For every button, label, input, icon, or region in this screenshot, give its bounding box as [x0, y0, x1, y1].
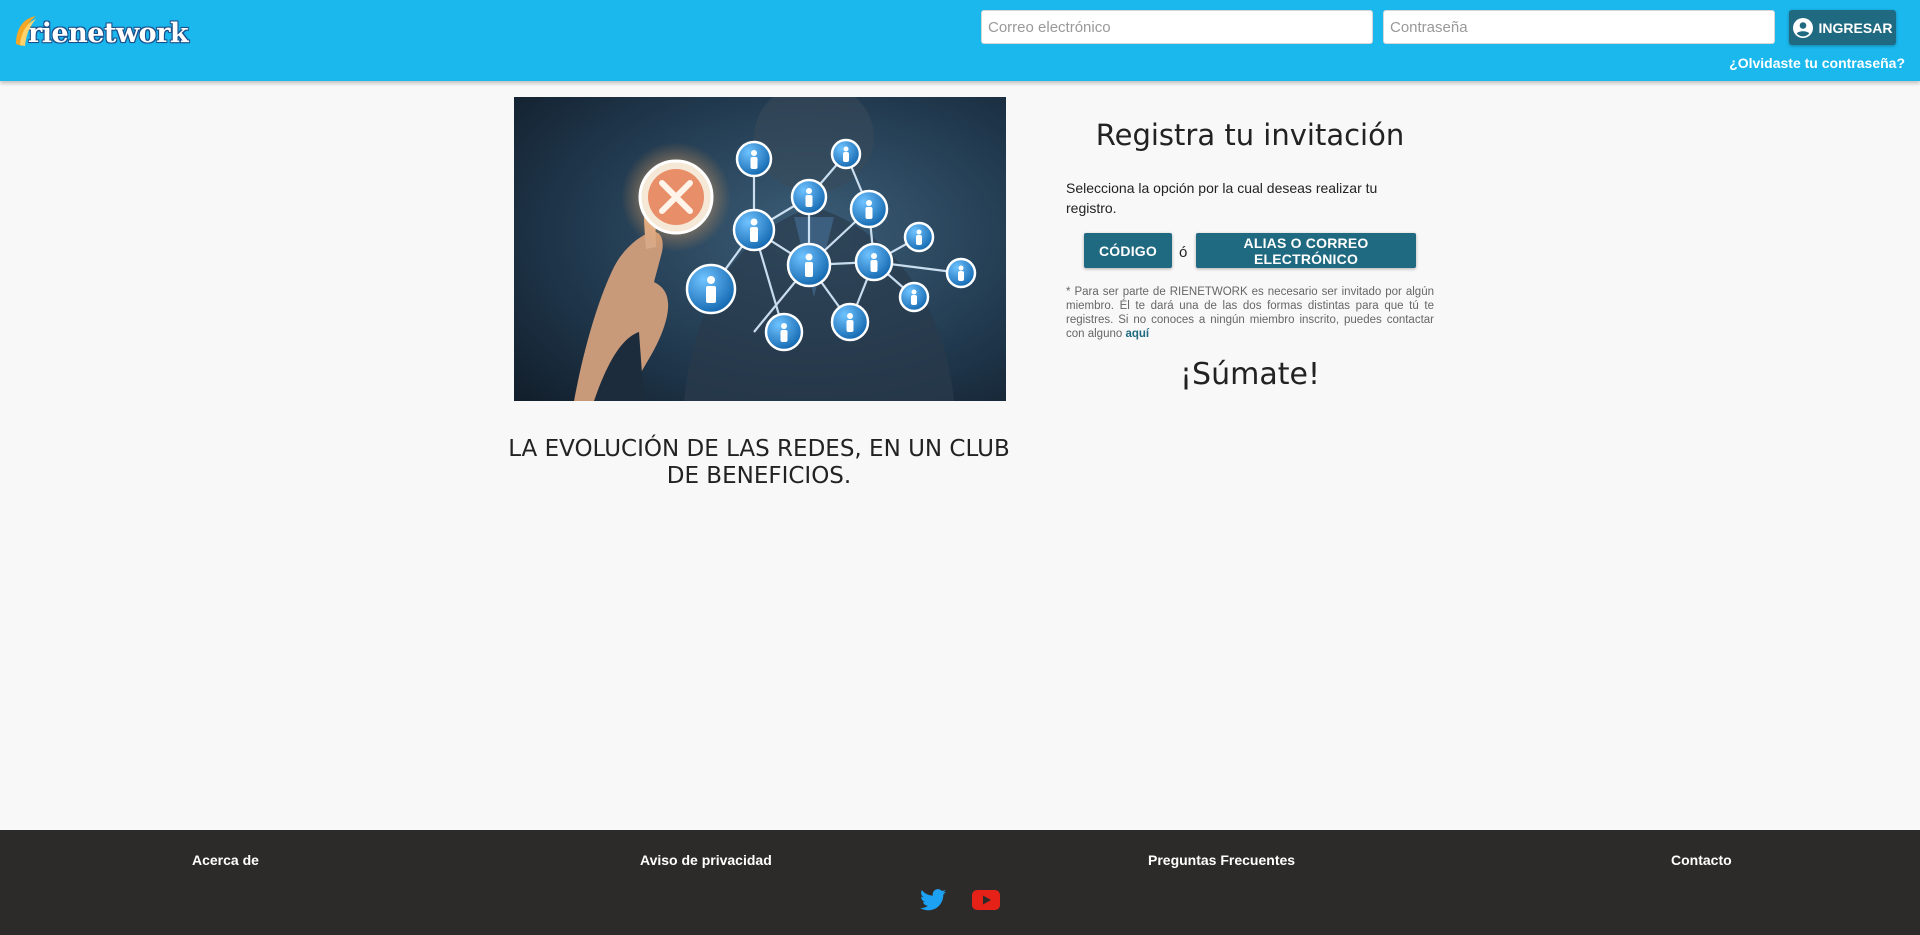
logo-swoosh-icon	[16, 16, 36, 46]
twitter-icon[interactable]	[920, 889, 946, 916]
code-button[interactable]: CÓDIGO	[1084, 233, 1172, 268]
or-separator: ó	[1179, 244, 1188, 261]
forgot-password-link[interactable]: ¿Olvidaste tu contraseña?	[1729, 55, 1905, 71]
footer-privacy-link[interactable]: Aviso de privacidad	[640, 852, 772, 868]
page-footer: Acerca de Aviso de privacidad Preguntas …	[0, 830, 1920, 935]
email-input[interactable]	[981, 10, 1373, 44]
hero-tagline: LA EVOLUCIÓN DE LAS REDES, EN UN CLUB DE…	[508, 436, 1010, 489]
password-input[interactable]	[1383, 10, 1775, 44]
footer-about-link[interactable]: Acerca de	[192, 852, 259, 868]
register-title: Registra tu invitación	[1095, 118, 1405, 152]
account-circle-icon	[1792, 17, 1813, 38]
register-note: * Para ser parte de RIENETWORK es necesa…	[1066, 285, 1434, 341]
register-note-text: * Para ser parte de RIENETWORK es necesa…	[1066, 286, 1434, 340]
logo-text: rienetwork	[28, 18, 189, 49]
rienetwork-logo[interactable]: rienetwork	[12, 12, 189, 54]
alias-email-button[interactable]: ALIAS O CORREO ELECTRÓNICO	[1196, 233, 1416, 268]
contact-member-link[interactable]: aquí	[1125, 328, 1149, 340]
join-heading: ¡Súmate!	[1180, 357, 1320, 392]
footer-contact-link[interactable]: Contacto	[1671, 852, 1732, 868]
register-instructions: Selecciona la opción por la cual deseas …	[1066, 180, 1378, 216]
footer-faq-link[interactable]: Preguntas Frecuentes	[1148, 852, 1295, 868]
top-header: rienetwork INGRESAR ¿Olvidaste tu contra…	[0, 0, 1920, 81]
hero-network-image	[514, 97, 1006, 401]
youtube-icon[interactable]	[972, 889, 1000, 916]
login-button[interactable]: INGRESAR	[1789, 10, 1896, 45]
login-button-label: INGRESAR	[1818, 19, 1893, 36]
